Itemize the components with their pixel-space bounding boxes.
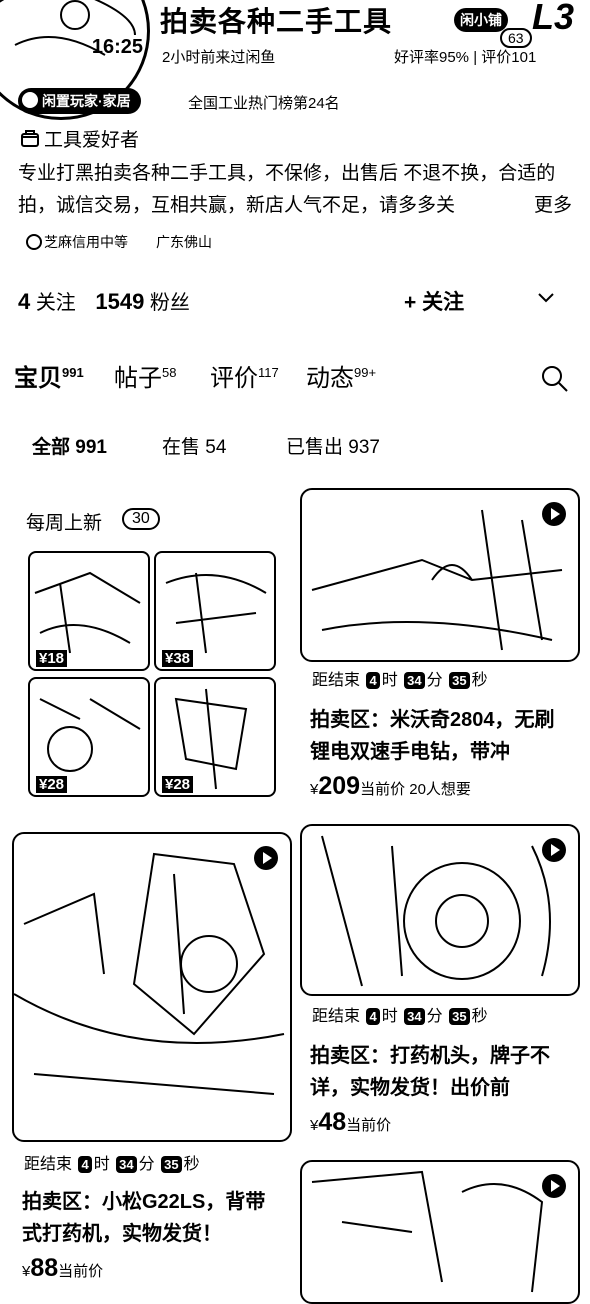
- item-price: 48: [318, 1108, 347, 1136]
- shop-name: 拍卖各种二手工具: [160, 6, 393, 37]
- weekly-thumb[interactable]: ¥28: [28, 677, 150, 797]
- countdown-seconds: 35: [161, 1156, 182, 1173]
- price-label: 当前价: [346, 1117, 392, 1134]
- fans-label[interactable]: 粉丝: [150, 292, 190, 314]
- countdown-seconds: 35: [449, 1008, 470, 1025]
- thumb-price: ¥28: [36, 776, 68, 793]
- price-label: 当前价: [58, 1263, 104, 1280]
- thumb-price: ¥18: [36, 650, 68, 667]
- chevron-down-icon[interactable]: [536, 290, 556, 306]
- tab-items-count: 991: [62, 365, 84, 380]
- countdown-hours-label: 时: [93, 1156, 110, 1173]
- countdown-hours: 4: [366, 672, 380, 689]
- item-price-row: ¥48当前价: [310, 1108, 391, 1137]
- item-image[interactable]: [12, 832, 292, 1142]
- play-icon[interactable]: [254, 846, 278, 870]
- item-price: 88: [30, 1254, 59, 1282]
- item-image[interactable]: [300, 488, 580, 662]
- tab-activity[interactable]: 动态99+: [306, 358, 376, 393]
- tab-reviews-count: 117: [258, 365, 279, 380]
- shop-level[interactable]: L3: [532, 0, 574, 38]
- countdown-prefix: 距结束: [312, 1008, 361, 1025]
- credit-text[interactable]: 芝麻信用中等: [44, 232, 128, 252]
- following-count[interactable]: 4: [18, 289, 30, 314]
- weekly-thumb[interactable]: ¥38: [154, 551, 276, 671]
- item-title[interactable]: 拍卖区：小松G22LS，背带式打药机，实物发货！: [22, 1186, 284, 1250]
- shop-icon: [21, 130, 39, 147]
- rank-text[interactable]: 全国工业热门榜第24名: [188, 92, 340, 113]
- price-label: 当前价: [360, 781, 406, 798]
- fans-count[interactable]: 1549: [95, 289, 144, 314]
- item-photo: [321, 835, 551, 987]
- tab-activity-count: 99+: [354, 365, 377, 380]
- shop-intro: 专业打黑拍卖各种二手工具，不保修，出售后 不退不换，合适的拍，诚信交易，互相共赢…: [18, 163, 556, 216]
- weekly-thumb[interactable]: ¥18: [28, 551, 150, 671]
- shop-badge[interactable]: 闲小铺: [454, 8, 508, 32]
- item-price-row: ¥88当前价: [22, 1254, 103, 1283]
- countdown: 距结束 4时 34 分 35 秒: [312, 666, 488, 690]
- tag-icon: [22, 92, 38, 108]
- countdown-minutes: 34: [404, 672, 425, 689]
- item-price-row: ¥209当前价 20人想要: [310, 772, 471, 801]
- tab-posts-count: 58: [162, 365, 177, 380]
- countdown-seconds-label: 秒: [471, 1008, 488, 1025]
- play-icon[interactable]: [542, 502, 566, 526]
- weekly-new-count[interactable]: 30: [122, 508, 160, 530]
- countdown: 距结束 4时 34 分 35 秒: [312, 1002, 488, 1026]
- countdown-seconds: 35: [449, 672, 470, 689]
- search-icon[interactable]: [540, 364, 570, 394]
- want-count: 20人想要: [409, 781, 471, 798]
- tab-posts-label: 帖子: [114, 365, 162, 392]
- follow-stats: 4 关注 1549 粉丝: [18, 286, 190, 315]
- rating-text[interactable]: 好评率95% | 评价101: [394, 46, 536, 67]
- tab-posts[interactable]: 帖子58: [114, 358, 176, 393]
- countdown: 距结束 4时 34 分 35 秒: [24, 1150, 200, 1174]
- filter-all[interactable]: 全部 991: [32, 432, 107, 459]
- countdown-prefix: 距结束: [24, 1156, 73, 1173]
- countdown-hours-label: 时: [381, 1008, 398, 1025]
- tab-reviews-label: 评价: [210, 365, 258, 392]
- play-icon[interactable]: [542, 1174, 566, 1198]
- item-image[interactable]: [300, 824, 580, 996]
- countdown-seconds-label: 秒: [471, 672, 488, 689]
- credit-icon: [26, 234, 42, 250]
- countdown-minutes-label: 分: [426, 672, 443, 689]
- filter-on-sale[interactable]: 在售 54: [162, 432, 226, 459]
- tab-activity-label: 动态: [306, 365, 354, 392]
- countdown-minutes: 34: [404, 1008, 425, 1025]
- hobby-label: 工具爱好者: [44, 130, 140, 151]
- following-label[interactable]: 关注: [36, 292, 76, 314]
- thumb-price: ¥38: [162, 650, 194, 667]
- follow-button[interactable]: + 关注: [404, 286, 464, 316]
- countdown-prefix: 距结束: [312, 672, 361, 689]
- item-price: 209: [318, 772, 361, 800]
- avatar-time-label: 16:25: [91, 36, 143, 58]
- countdown-seconds-label: 秒: [183, 1156, 200, 1173]
- tab-reviews[interactable]: 评价117: [210, 358, 279, 393]
- location-text: 广东佛山: [156, 234, 212, 250]
- level-chip: 63: [500, 28, 532, 48]
- countdown-minutes: 34: [116, 1156, 137, 1173]
- item-photo: [311, 509, 563, 651]
- tab-items[interactable]: 宝贝991: [14, 358, 84, 393]
- weekly-new-title[interactable]: 每周上新: [26, 508, 102, 535]
- item-photo: [14, 852, 285, 1095]
- item-image[interactable]: [300, 1160, 580, 1304]
- countdown-minutes-label: 分: [426, 1008, 443, 1025]
- item-photo: [311, 1170, 544, 1293]
- last-seen-text: 2小时前来过闲鱼: [162, 49, 276, 66]
- weekly-thumb[interactable]: ¥28: [154, 677, 276, 797]
- item-title[interactable]: 拍卖区：打药机头，牌子不详，实物发货！出价前: [310, 1040, 572, 1104]
- play-icon[interactable]: [542, 838, 566, 862]
- thumb-price: ¥28: [162, 776, 194, 793]
- tab-items-label: 宝贝: [14, 365, 62, 392]
- countdown-hours: 4: [366, 1008, 380, 1025]
- countdown-minutes-label: 分: [138, 1156, 155, 1173]
- intro-more-link[interactable]: 更多: [530, 190, 573, 217]
- item-title[interactable]: 拍卖区：米沃奇2804，无刷锂电双速手电钻，带冲: [310, 704, 572, 768]
- countdown-hours-label: 时: [381, 672, 398, 689]
- countdown-hours: 4: [78, 1156, 92, 1173]
- filter-sold[interactable]: 已售出 937: [286, 432, 380, 459]
